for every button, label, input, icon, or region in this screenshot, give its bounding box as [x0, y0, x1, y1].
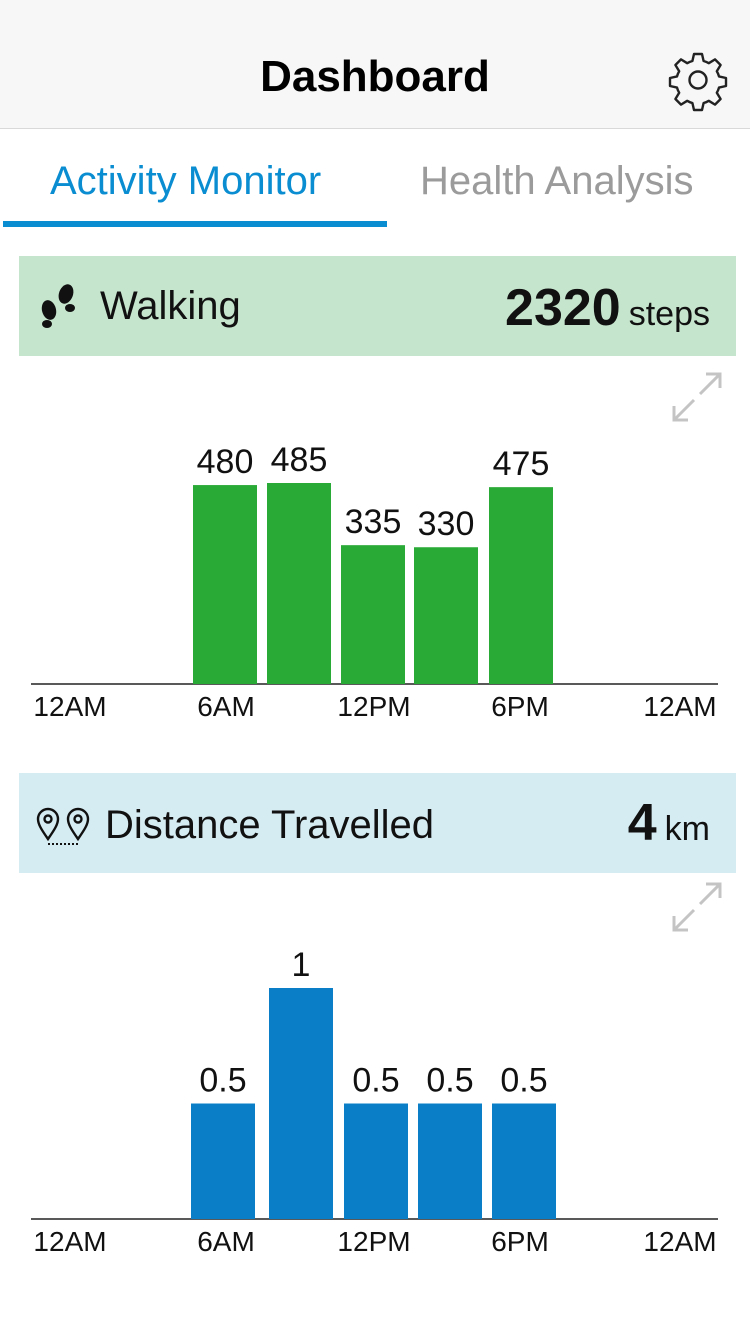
bar-value-label: 0.5	[199, 1062, 246, 1100]
x-tick-label: 12AM	[643, 1226, 716, 1257]
tab-health-analysis[interactable]: Health Analysis	[420, 159, 693, 204]
bar	[418, 1103, 482, 1219]
x-tick-label: 12AM	[33, 1226, 106, 1257]
x-tick-label: 6PM	[491, 1226, 549, 1257]
bar	[489, 487, 553, 684]
bar-value-label: 335	[345, 503, 402, 541]
expand-icon[interactable]	[670, 370, 724, 424]
walking-chart: 480 485 335 330 475 12AM 6AM 12PM 6PM 12AM	[0, 430, 750, 730]
x-tick-label: 12PM	[337, 691, 410, 722]
gear-icon[interactable]	[666, 48, 730, 112]
tab-bar: Activity Monitor Health Analysis	[0, 129, 750, 229]
bar-value-label: 480	[197, 443, 254, 481]
distance-card-header: Distance Travelled 4 km	[19, 773, 736, 873]
walking-total-unit: steps	[628, 295, 710, 333]
bar	[193, 485, 257, 684]
navigation-bar: Dashboard	[0, 0, 750, 129]
expand-icon[interactable]	[670, 880, 724, 934]
bar-value-label: 0.5	[500, 1062, 547, 1100]
tab-activity-monitor[interactable]: Activity Monitor	[50, 159, 321, 204]
bar-value-label: 475	[493, 445, 550, 483]
distance-total-unit: km	[664, 810, 710, 848]
distance-total: 4 km	[628, 793, 710, 853]
distance-total-value: 4	[627, 794, 657, 852]
bar	[267, 483, 331, 684]
bar-value-label: 1	[292, 946, 311, 984]
walking-total-value: 2320	[505, 279, 621, 337]
bar	[414, 547, 478, 684]
x-tick-label: 12AM	[33, 691, 106, 722]
distance-label: Distance Travelled	[105, 803, 435, 847]
bar-value-label: 0.5	[352, 1062, 399, 1100]
walking-total: 2320 steps	[505, 278, 710, 338]
bar	[344, 1103, 408, 1219]
x-tick-label: 6PM	[491, 691, 549, 722]
bar-value-label: 0.5	[426, 1062, 473, 1100]
x-tick-label: 12AM	[643, 691, 716, 722]
x-tick-label: 12PM	[337, 1226, 410, 1257]
distance-bar-chart: 0.5 1 0.5 0.5 0.5 12AM 6AM 12PM 6PM 12AM	[31, 946, 718, 1257]
distance-chart: 0.5 1 0.5 0.5 0.5 12AM 6AM 12PM 6PM 12AM	[0, 940, 750, 1260]
bar	[341, 545, 405, 684]
x-tick-label: 6AM	[197, 691, 255, 722]
walking-card-header: Walking 2320 steps	[19, 256, 736, 356]
x-tick-label: 6AM	[197, 1226, 255, 1257]
walking-bar-chart: 480 485 335 330 475 12AM 6AM 12PM 6PM 12AM	[31, 441, 718, 722]
footprints-icon	[41, 284, 75, 328]
active-tab-indicator	[3, 221, 387, 227]
page-title: Dashboard	[260, 52, 490, 101]
bar	[269, 988, 333, 1219]
bar-value-label: 330	[418, 505, 475, 543]
walking-label: Walking	[100, 284, 241, 328]
bar	[492, 1103, 556, 1219]
bar-value-label: 485	[271, 441, 328, 479]
bar	[191, 1103, 255, 1219]
location-pins-icon	[36, 807, 90, 845]
